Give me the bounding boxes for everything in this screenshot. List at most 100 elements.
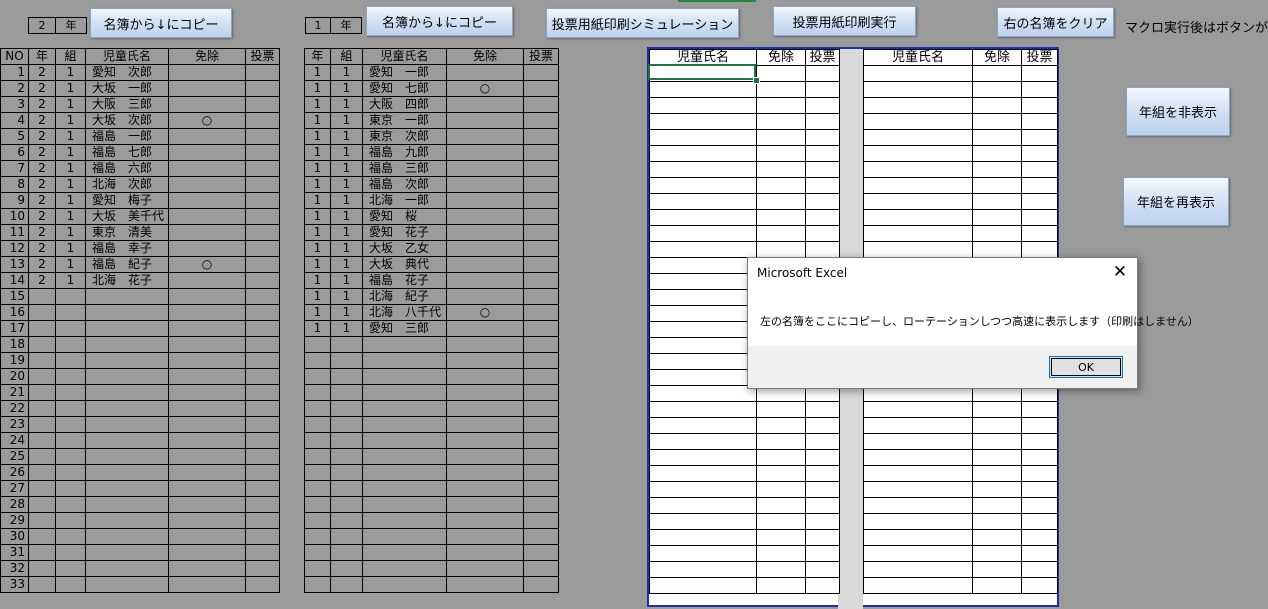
print-cell[interactable] xyxy=(649,353,757,370)
empty-cell[interactable] xyxy=(28,496,56,513)
ok-button[interactable]: OK xyxy=(1049,356,1123,378)
empty-cell[interactable] xyxy=(362,432,447,449)
student-name-cell[interactable]: 大阪 四郎 xyxy=(362,96,447,113)
empty-cell[interactable] xyxy=(55,576,86,593)
print-cell[interactable] xyxy=(805,433,840,450)
print-cell[interactable] xyxy=(756,241,806,258)
empty-cell[interactable] xyxy=(245,336,280,353)
student-name-cell[interactable]: 北海 紀子 xyxy=(362,288,447,305)
print-cell[interactable] xyxy=(649,545,757,562)
print-cell[interactable] xyxy=(805,241,840,258)
print-cell[interactable] xyxy=(972,513,1022,530)
empty-cell[interactable] xyxy=(330,400,363,417)
empty-cell[interactable] xyxy=(168,480,246,497)
empty-cell[interactable] xyxy=(28,512,56,529)
student-name-cell[interactable]: 福島 七郎 xyxy=(85,144,169,161)
empty-cell[interactable] xyxy=(168,352,246,369)
grade-cell[interactable]: 2 xyxy=(28,208,56,225)
empty-cell[interactable] xyxy=(168,512,246,529)
vote-cell[interactable] xyxy=(245,272,280,289)
empty-cell[interactable] xyxy=(245,416,280,433)
vote-cell[interactable] xyxy=(245,224,280,241)
empty-cell[interactable] xyxy=(446,416,524,433)
empty-cell[interactable] xyxy=(330,480,363,497)
print-cell[interactable] xyxy=(1021,241,1058,258)
empty-cell[interactable] xyxy=(446,432,524,449)
vote-cell[interactable] xyxy=(245,144,280,161)
grade-cell[interactable]: 1 xyxy=(304,160,331,177)
empty-cell[interactable] xyxy=(245,576,280,593)
empty-cell[interactable] xyxy=(245,320,280,337)
empty-cell[interactable] xyxy=(446,496,524,513)
empty-cell[interactable] xyxy=(330,544,363,561)
empty-cell[interactable] xyxy=(55,448,86,465)
student-name-cell[interactable]: 愛知 桜 xyxy=(362,208,447,225)
student-name-cell[interactable]: 愛知 七郎 xyxy=(362,80,447,97)
empty-cell[interactable] xyxy=(330,560,363,577)
show-grade-button[interactable]: 年組を再表示 xyxy=(1123,177,1229,226)
vote-cell[interactable] xyxy=(523,80,559,97)
empty-cell[interactable] xyxy=(28,400,56,417)
empty-cell[interactable] xyxy=(446,336,524,353)
class-cell[interactable]: 1 xyxy=(55,192,86,209)
print-cell[interactable] xyxy=(863,545,973,562)
empty-cell[interactable] xyxy=(330,336,363,353)
empty-cell[interactable] xyxy=(28,336,56,353)
print-cell[interactable] xyxy=(972,465,1022,482)
class-cell[interactable]: 1 xyxy=(55,256,86,273)
print-cell[interactable] xyxy=(649,273,757,290)
print-cell[interactable] xyxy=(756,433,806,450)
empty-cell[interactable] xyxy=(446,368,524,385)
exempt-cell[interactable]: ○ xyxy=(446,80,524,97)
grade-cell[interactable]: 1 xyxy=(304,288,331,305)
exempt-cell[interactable] xyxy=(168,64,246,81)
print-cell[interactable] xyxy=(863,401,973,418)
print-cell[interactable] xyxy=(649,289,757,306)
empty-cell[interactable] xyxy=(362,400,447,417)
class-cell[interactable]: 1 xyxy=(55,80,86,97)
empty-cell[interactable] xyxy=(304,496,331,513)
student-name-cell[interactable]: 北海 花子 xyxy=(85,272,169,289)
hide-grade-button[interactable]: 年組を非表示 xyxy=(1126,87,1230,136)
empty-cell[interactable] xyxy=(362,336,447,353)
print-cell[interactable] xyxy=(649,161,757,178)
empty-cell[interactable] xyxy=(245,480,280,497)
grade-cell[interactable]: 1 xyxy=(304,80,331,97)
empty-cell[interactable] xyxy=(523,336,559,353)
clear-roster-button[interactable]: 右の名簿をクリア xyxy=(997,7,1114,37)
print-cell[interactable] xyxy=(972,113,1022,130)
empty-cell[interactable] xyxy=(28,416,56,433)
empty-cell[interactable] xyxy=(362,560,447,577)
empty-cell[interactable] xyxy=(523,400,559,417)
print-cell[interactable] xyxy=(756,545,806,562)
exempt-cell[interactable] xyxy=(168,272,246,289)
print-cell[interactable] xyxy=(1021,81,1058,98)
empty-cell[interactable] xyxy=(362,496,447,513)
print-cell[interactable] xyxy=(1021,401,1058,418)
class-cell[interactable]: 1 xyxy=(55,64,86,81)
grade-cell[interactable]: 1 xyxy=(304,320,331,337)
empty-cell[interactable] xyxy=(85,432,169,449)
print-cell[interactable] xyxy=(1021,177,1058,194)
vote-cell[interactable] xyxy=(523,256,559,273)
print-cell[interactable] xyxy=(1021,433,1058,450)
empty-cell[interactable] xyxy=(85,352,169,369)
print-cell[interactable] xyxy=(805,497,840,514)
empty-cell[interactable] xyxy=(330,528,363,545)
exempt-cell[interactable] xyxy=(446,128,524,145)
empty-cell[interactable] xyxy=(28,304,56,321)
empty-cell[interactable] xyxy=(55,464,86,481)
print-cell[interactable] xyxy=(649,225,757,242)
print-cell[interactable] xyxy=(756,577,806,594)
print-cell[interactable] xyxy=(649,305,757,322)
class-cell[interactable]: 1 xyxy=(330,208,363,225)
empty-cell[interactable] xyxy=(245,288,280,305)
vote-cell[interactable] xyxy=(523,192,559,209)
empty-cell[interactable] xyxy=(523,368,559,385)
simulate-print-button[interactable]: 投票用紙印刷シミュレーション xyxy=(546,8,739,38)
empty-cell[interactable] xyxy=(446,560,524,577)
grade-cell[interactable]: 1 xyxy=(304,96,331,113)
print-cell[interactable] xyxy=(805,129,840,146)
empty-cell[interactable] xyxy=(523,464,559,481)
exempt-cell[interactable] xyxy=(446,288,524,305)
